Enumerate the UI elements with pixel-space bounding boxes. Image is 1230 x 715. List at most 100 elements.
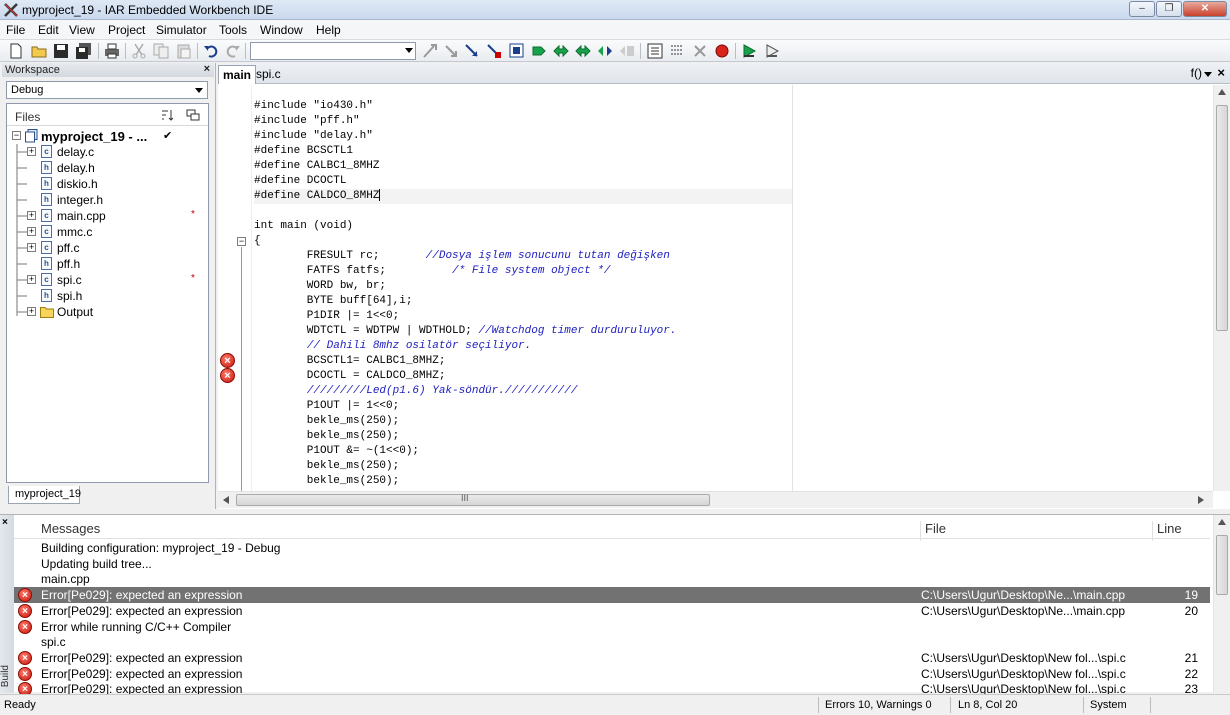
menu-help[interactable]: Help: [316, 23, 341, 37]
layout-icon[interactable]: [669, 43, 685, 59]
scroll-left-icon[interactable]: [223, 496, 229, 504]
make-icon[interactable]: [553, 43, 569, 59]
message-row[interactable]: × Error[Pe029]: expected an expression C:\…: [14, 666, 1210, 682]
code-line[interactable]: bekle_ms(250);: [254, 429, 399, 444]
code-line[interactable]: {: [254, 234, 261, 249]
code-area[interactable]: #include "io430.h" #include "pff.h" #inclu…: [254, 85, 1209, 491]
chevron-down-icon[interactable]: [195, 88, 203, 93]
editor-horizontal-scrollbar[interactable]: III: [218, 491, 1213, 508]
breakpoint-icon[interactable]: [714, 43, 730, 59]
debug-step-icon[interactable]: [619, 43, 635, 59]
code-line[interactable]: WDTCTL = WDTPW | WDTHOLD; //Watchdog tim…: [254, 324, 677, 339]
code-line[interactable]: P1OUT |= 1<<0;: [254, 399, 399, 414]
workspace-close-button[interactable]: ×: [204, 63, 210, 75]
code-line[interactable]: #include "io430.h": [254, 99, 373, 114]
build-tab-label[interactable]: Build: [0, 665, 14, 687]
sort-icon[interactable]: [160, 108, 174, 122]
menu-edit[interactable]: Edit: [38, 23, 59, 37]
code-line[interactable]: #define CALBC1_8MHZ: [254, 159, 379, 174]
code-line[interactable]: int main (void): [254, 219, 353, 234]
function-navigator[interactable]: f(): [1191, 66, 1202, 80]
open-icon[interactable]: [31, 43, 47, 59]
close-window-icon[interactable]: [692, 43, 708, 59]
message-row[interactable]: × Error[Pe029]: expected an expression C:\…: [14, 587, 1210, 604]
messages-vertical-scrollbar[interactable]: [1213, 515, 1230, 693]
close-window-button[interactable]: ✕: [1183, 1, 1227, 17]
code-line[interactable]: BYTE buff[64],i;: [254, 294, 413, 309]
goto-icon[interactable]: [509, 43, 525, 59]
chevron-down-icon[interactable]: [1204, 72, 1212, 77]
fold-toggle-icon[interactable]: −: [237, 237, 246, 246]
message-row[interactable]: × Error while running C/C++ Compiler: [14, 619, 1210, 635]
undo-icon[interactable]: [203, 43, 219, 59]
compile-icon[interactable]: [531, 43, 547, 59]
scroll-up-icon[interactable]: [1218, 519, 1226, 525]
code-line[interactable]: P1OUT &= ~(1<<0);: [254, 444, 419, 459]
code-line[interactable]: bekle_ms(250);: [254, 459, 399, 474]
error-marker-icon[interactable]: ×: [220, 368, 235, 383]
find-combo[interactable]: [250, 42, 416, 60]
error-marker-icon[interactable]: ×: [220, 353, 235, 368]
message-row[interactable]: × Error[Pe029]: expected an expression C:\…: [14, 650, 1210, 666]
save-all-icon[interactable]: [76, 43, 92, 59]
tab-spi-c[interactable]: spi.c: [252, 65, 285, 84]
minimize-button[interactable]: –: [1129, 1, 1155, 17]
message-row[interactable]: Building configuration: myproject_19 - D…: [14, 540, 1210, 556]
bookmark-icon[interactable]: [464, 43, 480, 59]
find-icon[interactable]: [422, 43, 438, 59]
code-line[interactable]: #define CALDCO_8MHZ: [254, 189, 792, 204]
collapse-icon[interactable]: −: [12, 131, 21, 140]
code-line[interactable]: WORD bw, br;: [254, 279, 386, 294]
menu-file[interactable]: File: [6, 23, 25, 37]
line-column-header[interactable]: Line: [1152, 521, 1182, 541]
messages-scroll-thumb[interactable]: [1216, 535, 1228, 595]
message-row[interactable]: Updating build tree...: [14, 556, 1210, 572]
code-line[interactable]: FATFS fatfs; /* File system object */: [254, 264, 611, 279]
cut-icon[interactable]: [131, 43, 147, 59]
debug-without-download-icon[interactable]: [764, 43, 780, 59]
save-icon[interactable]: [53, 43, 69, 59]
code-line[interactable]: bekle_ms(250);: [254, 474, 399, 489]
menu-project[interactable]: Project: [108, 23, 145, 37]
menu-view[interactable]: View: [69, 23, 95, 37]
close-editor-button[interactable]: ×: [1217, 65, 1225, 80]
workspace-project-tab[interactable]: myproject_19: [8, 486, 81, 504]
scroll-right-icon[interactable]: [1198, 496, 1204, 504]
new-file-icon[interactable]: [8, 43, 24, 59]
code-line[interactable]: BCSCTL1= CALBC1_8MHZ;: [254, 354, 446, 369]
configuration-select[interactable]: Debug: [6, 81, 208, 99]
tab-main[interactable]: main: [218, 65, 257, 84]
paste-icon[interactable]: [176, 43, 192, 59]
find-next-icon[interactable]: [443, 43, 459, 59]
download-and-debug-icon[interactable]: [741, 43, 757, 59]
editor-vertical-scrollbar[interactable]: [1213, 85, 1230, 491]
copy-icon[interactable]: [153, 43, 169, 59]
menu-window[interactable]: Window: [260, 23, 303, 37]
hscroll-thumb[interactable]: III: [236, 493, 710, 506]
next-bookmark-icon[interactable]: [486, 43, 502, 59]
code-line[interactable]: #define BCSCTL1: [254, 144, 353, 159]
code-line[interactable]: /////////Led(p1.6) Yak-söndür.//////////…: [254, 384, 578, 399]
menu-tools[interactable]: Tools: [219, 23, 247, 37]
code-line[interactable]: #include "delay.h": [254, 129, 373, 144]
stop-build-icon[interactable]: [597, 43, 613, 59]
menu-simulator[interactable]: Simulator: [156, 23, 207, 37]
messages-column-header[interactable]: Messages: [41, 521, 100, 536]
scroll-up-icon[interactable]: [1218, 89, 1226, 95]
restore-button[interactable]: ❐: [1156, 1, 1182, 17]
options-icon[interactable]: [186, 108, 200, 122]
code-line[interactable]: #include "pff.h": [254, 114, 360, 129]
message-row[interactable]: × Error[Pe029]: expected an expression C:\…: [14, 603, 1210, 619]
chevron-down-icon[interactable]: [405, 48, 413, 53]
print-icon[interactable]: [104, 43, 120, 59]
code-line[interactable]: bekle_ms(250);: [254, 414, 399, 429]
message-row[interactable]: main.cpp: [14, 571, 1210, 587]
scroll-thumb[interactable]: [1216, 105, 1228, 331]
code-line[interactable]: P1DIR |= 1<<0;: [254, 309, 399, 324]
code-line[interactable]: DCOCTL = CALDCO_8MHZ;: [254, 369, 446, 384]
file-column-header[interactable]: File: [920, 521, 946, 541]
code-line[interactable]: FRESULT rc; //Dosya işlem sonucunu tutan…: [254, 249, 670, 264]
redo-icon[interactable]: [225, 43, 241, 59]
toggle-breakpoint-list-icon[interactable]: [647, 43, 663, 59]
code-line[interactable]: // Dahili 8mhz osilatör seçiliyor.: [254, 339, 531, 354]
